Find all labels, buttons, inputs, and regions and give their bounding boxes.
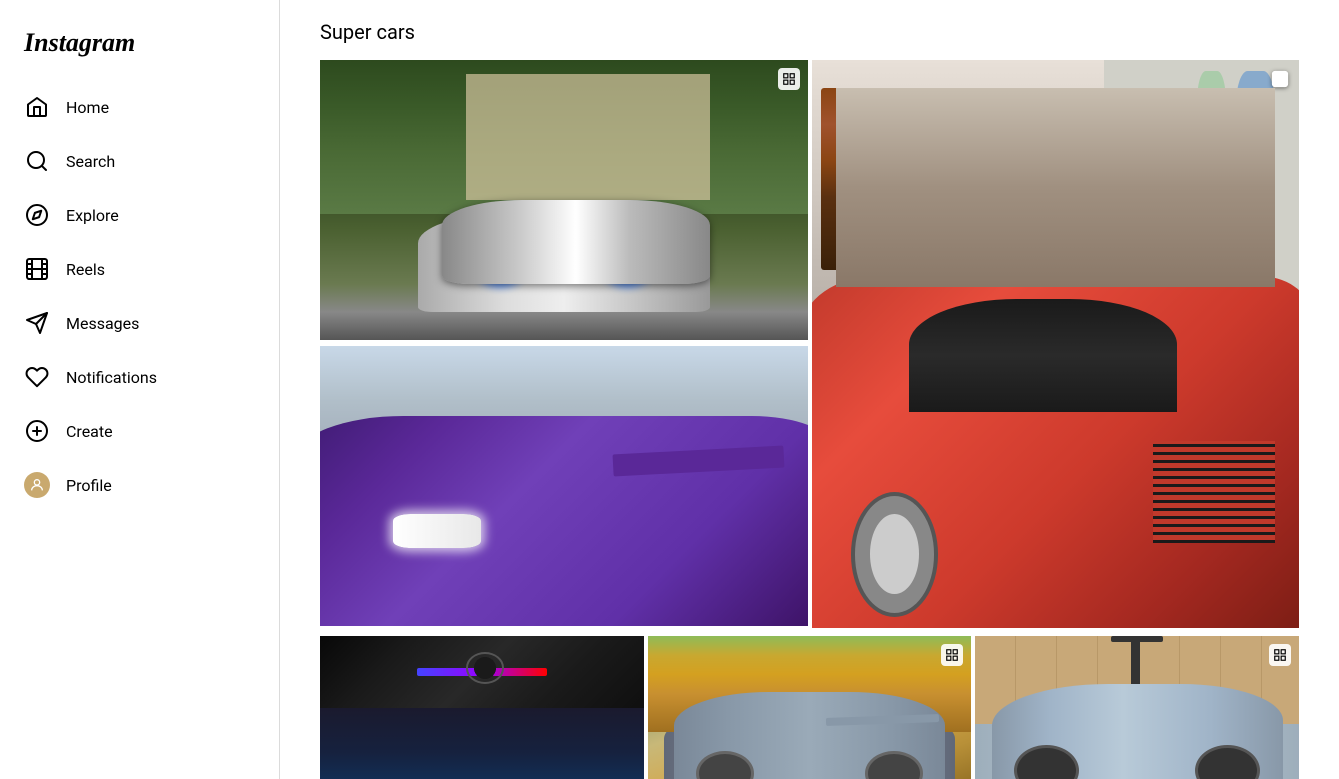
sidebar: Instagram Home Search [0,0,280,779]
sidebar-item-label: Reels [66,260,105,279]
grid-item-grey-porsche[interactable] [648,636,972,779]
home-icon [24,94,50,120]
notifications-icon [24,364,50,390]
sidebar-item-home[interactable]: Home [12,82,267,132]
grid-item-black-bmw[interactable] [320,636,644,779]
sidebar-item-explore[interactable]: Explore [12,190,267,240]
grid-top-left [320,60,808,628]
sidebar-item-label: Profile [66,476,112,495]
page-title: Super cars [320,20,1299,44]
sidebar-item-notifications[interactable]: Notifications [12,352,267,402]
create-icon [24,418,50,444]
search-icon [24,148,50,174]
sidebar-item-messages[interactable]: Messages [12,298,267,348]
app-logo[interactable]: Instagram [12,16,267,82]
nav-items: Home Search Explore [12,82,267,510]
sidebar-item-profile[interactable]: Profile [12,460,267,510]
sidebar-item-label: Home [66,98,109,117]
multi-post-badge-3 [1269,644,1291,666]
sidebar-item-label: Create [66,422,113,441]
sidebar-item-label: Messages [66,314,139,333]
multi-post-badge-2 [941,644,963,666]
photo-grid [320,60,1299,779]
main-content: Super cars [280,0,1339,779]
grid-item-silver-porsche[interactable] [975,636,1299,779]
sidebar-item-search[interactable]: Search [12,136,267,186]
explore-icon [24,202,50,228]
sidebar-item-create[interactable]: Create [12,406,267,456]
sidebar-item-label: Explore [66,206,119,225]
grid-top-section [320,60,1299,628]
sidebar-item-label: Notifications [66,368,157,387]
grid-item-bmw[interactable] [320,60,808,342]
grid-bottom-section [320,636,1299,779]
avatar [24,472,50,498]
reels-badge [1269,68,1291,90]
reels-icon [24,256,50,282]
sidebar-item-label: Search [66,152,115,171]
messages-icon [24,310,50,336]
grid-item-skyline[interactable] [320,346,808,628]
sidebar-item-reels[interactable]: Reels [12,244,267,294]
grid-item-ferrari[interactable] [812,60,1300,628]
multi-post-badge [778,68,800,90]
